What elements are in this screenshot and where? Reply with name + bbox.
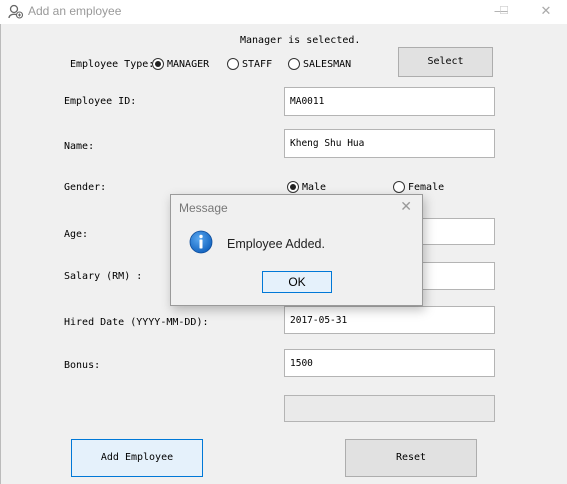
hired-date-input[interactable]: 2017-05-31 [284,306,495,334]
employee-id-input[interactable]: MA0011 [284,87,495,116]
radio-female-label: Female [408,181,445,193]
bonus-input[interactable]: 1500 [284,349,495,377]
radio-female-indicator[interactable] [393,181,405,193]
info-icon [189,230,213,254]
select-button[interactable]: Select [398,47,493,77]
message-dialog: Message ✕ Employee Added. OK [170,194,423,306]
radio-manager[interactable]: MANAGER [152,58,209,70]
radio-staff[interactable]: STAFF [227,58,272,70]
radio-salesman[interactable]: SALESMAN [288,58,351,70]
age-label: Age: [64,229,89,240]
dialog-title: Message [179,201,228,215]
salary-label: Salary (RM) : [64,271,143,282]
dialog-message: Employee Added. [227,237,325,251]
bonus-label: Bonus: [64,360,101,371]
employee-type-label: Employee Type: [70,59,155,70]
radio-staff-label: STAFF [242,58,273,70]
status-text: Manager is selected. [240,35,361,46]
window-border [0,24,1,484]
dialog-close-button[interactable]: ✕ [400,198,412,215]
window-title: Add an employee [28,4,122,18]
radio-male-indicator[interactable] [287,181,299,193]
radio-manager-indicator[interactable] [152,58,164,70]
add-employee-button[interactable]: Add Employee [71,439,203,477]
maximize-button[interactable]: ☐ [486,0,522,24]
name-input[interactable]: Kheng Shu Hua [284,129,495,158]
app-icon [8,4,23,19]
ok-button[interactable]: OK [262,271,332,293]
extra-input[interactable] [284,395,495,422]
gender-label: Gender: [64,182,107,193]
radio-salesman-indicator[interactable] [288,58,300,70]
close-button[interactable]: ✕ [528,0,564,24]
radio-manager-label: MANAGER [167,58,210,70]
radio-male[interactable]: Male [287,181,326,193]
reset-button[interactable]: Reset [345,439,477,477]
name-label: Name: [64,141,95,152]
employee-id-label: Employee ID: [64,96,137,107]
hired-date-label: Hired Date (YYYY-MM-DD): [64,317,209,328]
radio-salesman-label: SALESMAN [303,58,352,70]
radio-male-label: Male [302,181,327,193]
radio-staff-indicator[interactable] [227,58,239,70]
radio-female[interactable]: Female [393,181,444,193]
